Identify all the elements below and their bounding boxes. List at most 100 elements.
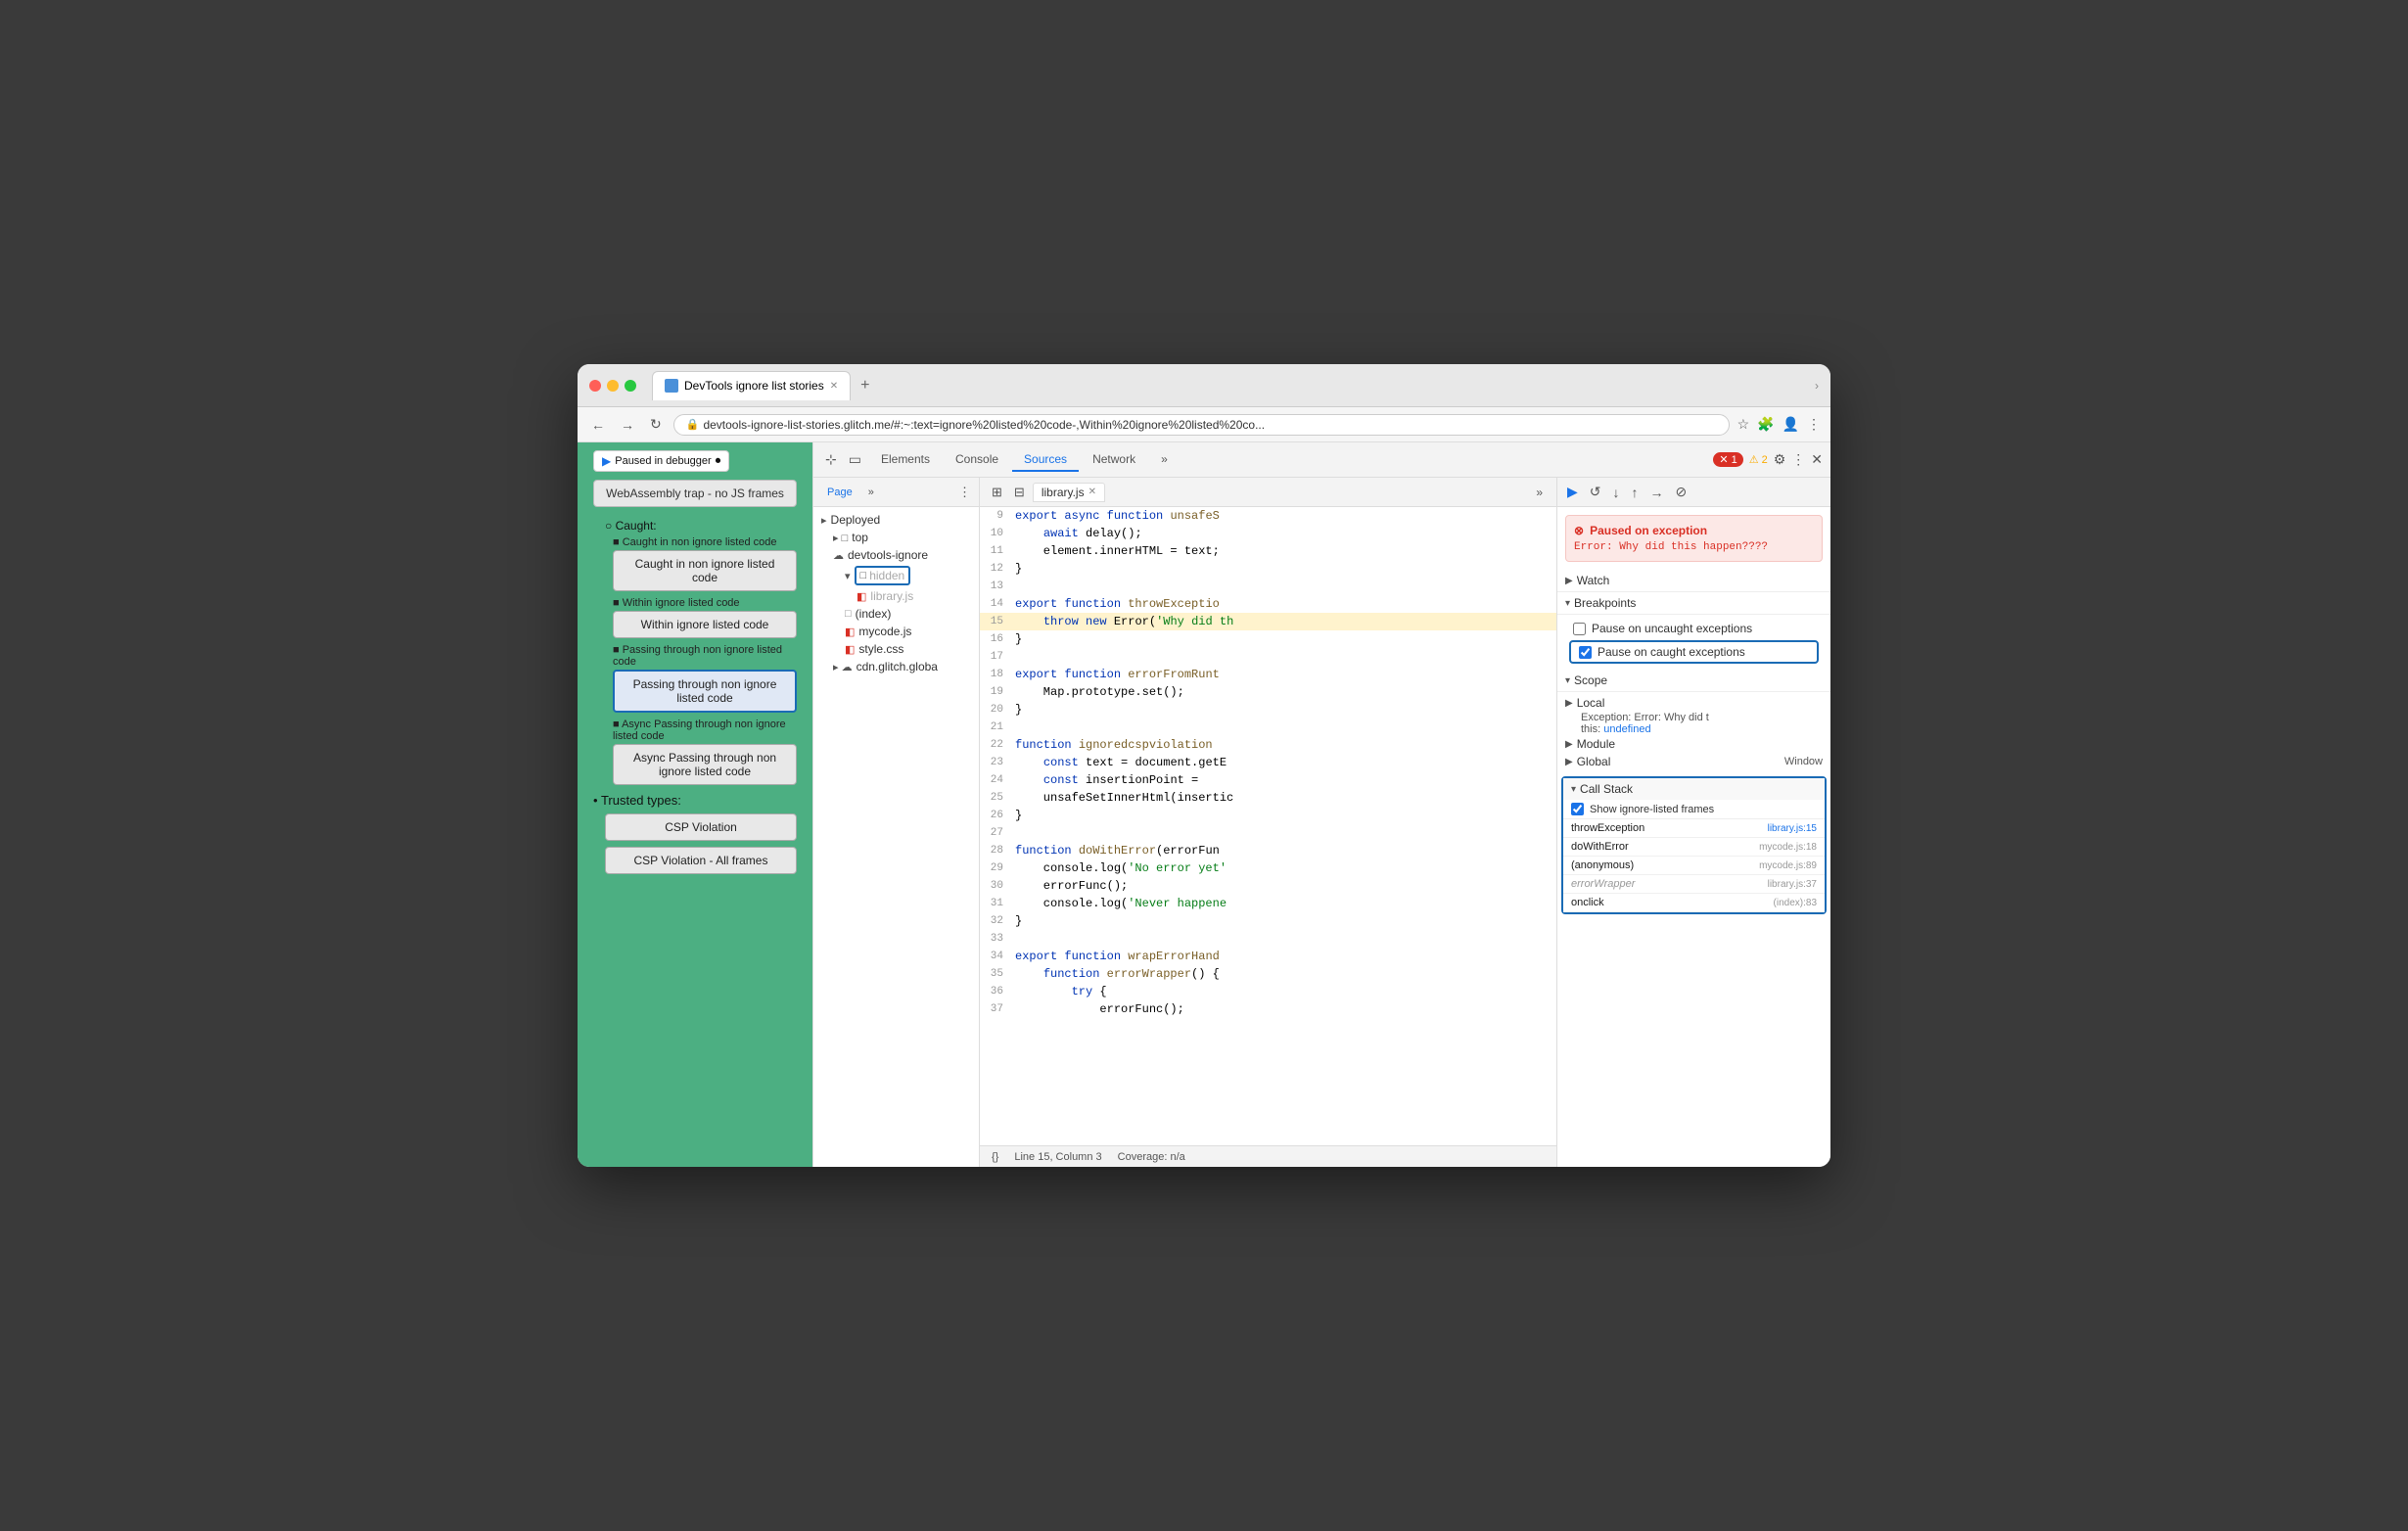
exception-title: ⊗ Paused on exception — [1574, 524, 1814, 537]
sources-tree: ▸ Deployed ▸ □ top ☁ devtools-ignore ▾ — [813, 507, 979, 1167]
call-stack-item-0[interactable]: throwException library.js:15 — [1563, 819, 1825, 838]
devtools-more-icon[interactable]: ⋮ — [1791, 451, 1805, 468]
chevron-right-icon: ▶ — [1565, 757, 1573, 767]
chevron-down-icon: ▾ — [1565, 598, 1570, 609]
tree-item-index[interactable]: □ (index) — [837, 605, 979, 623]
bookmark-icon[interactable]: ☆ — [1737, 416, 1750, 433]
forward-button[interactable]: → — [617, 415, 638, 435]
show-ignore-listed-checkbox[interactable] — [1571, 803, 1584, 815]
tree-item-style-css[interactable]: ◧ style.css — [837, 640, 979, 658]
step-button[interactable]: → — [1646, 483, 1668, 502]
caught-title: ○ Caught: — [605, 519, 797, 533]
editor-statusbar: {} Line 15, Column 3 Coverage: n/a — [980, 1145, 1556, 1167]
call-stack-item-3[interactable]: errorWrapper library.js:37 — [1563, 875, 1825, 894]
step-over-button[interactable]: ↺ — [1586, 482, 1605, 502]
tab-sources[interactable]: Sources — [1012, 448, 1079, 472]
tree-item-library-js[interactable]: ◧ library.js — [849, 587, 979, 605]
deactivate-button[interactable]: ⊘ — [1672, 482, 1691, 502]
reload-button[interactable]: ↻ — [646, 414, 666, 435]
title-bar: DevTools ignore list stories ✕ + › — [578, 364, 1830, 407]
step-out-button[interactable]: ↑ — [1628, 483, 1643, 502]
new-tab-button[interactable]: + — [855, 375, 875, 396]
tab-elements[interactable]: Elements — [869, 448, 942, 472]
csp-violation-all-box[interactable]: CSP Violation - All frames — [605, 847, 797, 874]
tree-item-top[interactable]: ▸ □ top — [825, 529, 979, 546]
sources-more-tab[interactable]: » — [862, 485, 880, 500]
call-stack-item-1[interactable]: doWithError mycode.js:18 — [1563, 838, 1825, 857]
warning-badge: ⚠ 2 — [1749, 453, 1768, 466]
devtools-body: Page » ⋮ ▸ Deployed ▸ □ top — [813, 478, 1830, 1167]
tab-network[interactable]: Network — [1081, 448, 1147, 472]
split-editor-icon[interactable]: ⊟ — [1010, 483, 1029, 502]
tab-console[interactable]: Console — [944, 448, 1010, 472]
call-stack-item-2[interactable]: (anonymous) mycode.js:89 — [1563, 857, 1825, 875]
tab-close-icon[interactable]: ✕ — [830, 381, 838, 392]
page-tab[interactable]: Page — [821, 485, 858, 500]
device-icon[interactable]: ▭ — [845, 447, 865, 472]
library-js-label: library.js — [1042, 486, 1085, 499]
breakpoints-section-header[interactable]: ▾ Breakpoints — [1557, 592, 1830, 615]
inspect-icon[interactable]: ⊹ — [821, 447, 841, 472]
code-area[interactable]: 9 export async function unsafeS 10 await… — [980, 507, 1556, 1145]
code-line: 25 unsafeSetInnerHtml(insertic — [980, 789, 1556, 807]
code-line: 32 } — [980, 912, 1556, 930]
item-box-2[interactable]: Within ignore listed code — [613, 611, 797, 638]
scope-section-header[interactable]: ▾ Scope — [1557, 670, 1830, 692]
chevron-right-icon: ▶ — [1565, 576, 1573, 586]
folder-icon: ▸ — [821, 514, 827, 527]
page-list: ○ Caught: ■ Caught in non ignore listed … — [593, 519, 797, 874]
code-line: 30 errorFunc(); — [980, 877, 1556, 895]
extensions-icon[interactable]: 🧩 — [1757, 416, 1774, 433]
library-js-tab[interactable]: library.js ✕ — [1033, 483, 1105, 502]
bullet-1: ■ Caught in non ignore listed code — [613, 536, 797, 548]
profile-icon[interactable]: 👤 — [1783, 416, 1799, 433]
maximize-button[interactable] — [625, 380, 636, 392]
call-stack-item-4[interactable]: onclick (index):83 — [1563, 894, 1825, 912]
devtools-close-icon[interactable]: ✕ — [1811, 451, 1823, 468]
sidebar-toggle-icon[interactable]: ⊞ — [988, 483, 1006, 502]
webassembly-box: WebAssembly trap - no JS frames — [593, 480, 797, 507]
settings-icon[interactable]: ⚙ — [1774, 451, 1786, 468]
back-button[interactable]: ← — [587, 415, 609, 435]
browser-tab[interactable]: DevTools ignore list stories ✕ — [652, 371, 851, 400]
uncaught-exceptions-checkbox[interactable] — [1573, 623, 1586, 635]
watch-section-header[interactable]: ▶ Watch — [1557, 570, 1830, 592]
editor-tabs: ⊞ ⊟ library.js ✕ » — [980, 478, 1556, 507]
menu-icon[interactable]: ⋮ — [1807, 416, 1821, 433]
tree-item-deployed[interactable]: ▸ Deployed — [813, 511, 979, 529]
item-box-1[interactable]: Caught in non ignore listed code — [613, 550, 797, 591]
module-scope-header[interactable]: ▶ Module — [1565, 735, 1823, 753]
sources-menu-icon[interactable]: ⋮ — [958, 485, 971, 500]
code-line: 28 function doWithError(errorFun — [980, 842, 1556, 859]
tree-item-devtools-ignore[interactable]: ☁ devtools-ignore — [825, 546, 979, 564]
call-stack-header[interactable]: ▾ Call Stack — [1563, 778, 1825, 800]
minimize-button[interactable] — [607, 380, 619, 392]
tree-item-mycode[interactable]: ◧ mycode.js — [837, 623, 979, 640]
csp-violation-box[interactable]: CSP Violation — [605, 813, 797, 841]
step-into-button[interactable]: ↓ — [1609, 483, 1624, 502]
tab-title: DevTools ignore list stories — [684, 379, 824, 393]
uncaught-exceptions-row[interactable]: Pause on uncaught exceptions — [1565, 619, 1823, 638]
nav-left-icon[interactable]: » — [1530, 484, 1549, 501]
resume-button[interactable]: ▶ — [1563, 482, 1582, 502]
code-line: 21 — [980, 719, 1556, 736]
file-icon: ◧ — [845, 626, 855, 638]
chevron-down-icon: ▾ — [1571, 784, 1576, 795]
caught-exceptions-row[interactable]: Pause on caught exceptions — [1569, 640, 1819, 664]
tree-item-cdn[interactable]: ▸ ☁ cdn.glitch.globa — [825, 658, 979, 675]
url-bar[interactable]: 🔒 devtools-ignore-list-stories.glitch.me… — [673, 414, 1730, 436]
editor-tab-close-icon[interactable]: ✕ — [1088, 487, 1096, 497]
tabs-bar: DevTools ignore list stories ✕ + — [652, 371, 1807, 400]
item-box-4[interactable]: Async Passing through non ignore listed … — [613, 744, 797, 785]
item-box-3[interactable]: Passing through non ignore listed code — [613, 670, 797, 713]
caught-exceptions-checkbox[interactable] — [1579, 646, 1592, 659]
global-scope-header[interactable]: ▶ Global Window — [1565, 753, 1823, 770]
show-ignore-listed-row[interactable]: Show ignore-listed frames — [1563, 800, 1825, 819]
code-line: 35 function errorWrapper() { — [980, 965, 1556, 983]
close-button[interactable] — [589, 380, 601, 392]
local-scope-header[interactable]: ▶ Local — [1565, 694, 1823, 712]
tab-more[interactable]: » — [1149, 448, 1180, 472]
tree-item-hidden[interactable]: ▾ □ hidden — [837, 564, 979, 587]
code-line: 10 await delay(); — [980, 525, 1556, 542]
exception-message: Error: Why did this happen???? — [1574, 541, 1814, 553]
